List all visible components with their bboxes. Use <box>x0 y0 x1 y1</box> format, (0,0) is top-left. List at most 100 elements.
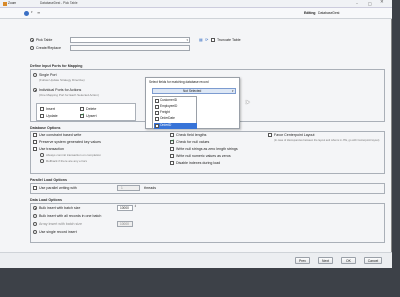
update-checkbox[interactable] <box>40 114 44 118</box>
single-port-label: Single Port <box>39 72 57 77</box>
rollback-label: Rollback if there are any errors <box>46 158 88 163</box>
array-insert-radio[interactable] <box>33 222 37 226</box>
field-item-label: OrderDate <box>160 116 175 121</box>
check-null-label: Check for null values <box>176 139 210 144</box>
single-port-radio[interactable] <box>33 73 37 77</box>
write-null-strings-label: Write null strings as zero length string… <box>176 146 238 151</box>
field-item-checkbox[interactable] <box>155 111 159 115</box>
write-null-strings-checkbox[interactable] <box>170 147 174 151</box>
field-item-checkbox[interactable] <box>155 123 159 128</box>
individual-ports-note: (One Mapping Port for Each Selected Acti… <box>39 92 99 97</box>
array-batch-value: 10000 <box>120 222 129 227</box>
pick-table-label: Pick Table <box>36 37 53 42</box>
parallel-checkbox[interactable] <box>33 186 37 190</box>
write-null-numbers-checkbox[interactable] <box>170 154 174 158</box>
prev-button[interactable]: Prev <box>295 257 310 264</box>
back-icon[interactable] <box>24 11 29 16</box>
cancel-button[interactable]: Cancel <box>364 257 382 264</box>
check-lengths-label: Check field lengths <box>176 132 207 137</box>
preserve-keys-label: Preserve system generated key values <box>39 139 101 144</box>
individual-ports-radio[interactable] <box>33 88 37 92</box>
truncate-table-checkbox[interactable] <box>211 38 215 42</box>
minimize-icon[interactable]: – <box>356 1 358 6</box>
field-item-checkbox[interactable] <box>155 99 159 103</box>
disable-indexes-checkbox[interactable] <box>170 161 174 165</box>
pick-table-select[interactable]: ▾ <box>70 37 190 43</box>
rollback-radio[interactable] <box>40 159 44 163</box>
field-item-label: CustomerID <box>160 98 178 103</box>
update-label: Update <box>46 113 58 118</box>
menu-icon[interactable]: ≡ <box>37 11 40 15</box>
create-replace-radio[interactable] <box>30 46 34 50</box>
pick-table-radio[interactable] <box>30 38 34 42</box>
insert-label: Insert <box>46 106 55 111</box>
refresh-icon[interactable]: ⟳ <box>205 37 208 42</box>
editing-value: DatabaseDest <box>318 11 340 15</box>
centerpoint-note: (In case of discrepancies between the la… <box>274 138 380 142</box>
parallel-box <box>30 183 385 194</box>
window-title: DatabaseDest - Pick Table <box>40 1 78 6</box>
centerpoint-checkbox[interactable] <box>268 133 272 137</box>
mouse-cursor-icon: ➤ <box>245 99 251 106</box>
constraint-checkbox[interactable] <box>33 133 37 137</box>
bulk-batch-value: 10000 <box>120 206 129 211</box>
check-lengths-checkbox[interactable] <box>170 133 174 137</box>
create-replace-label: Create/Replace <box>36 45 61 50</box>
toolbar: ▾ ≡ Editing DatabaseDest <box>0 8 392 19</box>
fields-popup: Select fields for matching database reco… <box>145 77 240 129</box>
fields-list: CustomerID EmployeeID Freight OrderDate … <box>152 96 197 129</box>
bulk-all-label: Bulk insert with all records in one batc… <box>39 213 102 218</box>
fields-popup-title: Select fields for matching database reco… <box>149 80 209 84</box>
pick-table-dialog: Zoom DatabaseDest - Pick Table – □ ✕ ▾ ≡… <box>0 0 392 268</box>
fields-dropdown-value: Not Selected <box>183 89 202 94</box>
parallel-threads-value: 1 <box>121 186 123 191</box>
single-record-radio[interactable] <box>33 230 37 234</box>
array-insert-label: Array insert with batch size <box>39 221 82 226</box>
always-commit-label: Always commit transaction on completion <box>46 152 102 157</box>
check-null-checkbox[interactable] <box>170 139 175 144</box>
app-icon <box>3 2 7 6</box>
delete-checkbox[interactable] <box>80 107 84 111</box>
bulk-batch-label: Bulk insert with batch size <box>39 205 81 210</box>
create-table-field[interactable] <box>70 45 190 51</box>
truncate-table-label: Truncate Table <box>217 37 241 42</box>
insert-checkbox[interactable] <box>40 107 44 111</box>
single-record-label: Use single record insert <box>39 229 77 234</box>
single-port-note: (Follow Update Strategy Directive) <box>39 77 85 82</box>
next-button[interactable]: Next <box>318 257 333 264</box>
constraint-label: Use constraint based write <box>39 132 82 137</box>
always-commit-radio[interactable] <box>40 153 44 157</box>
parallel-label: Use parallel writing with <box>39 185 77 190</box>
write-null-numbers-label: Write null numeric values as zeros <box>176 153 231 158</box>
bulk-all-radio[interactable] <box>33 214 37 218</box>
bulk-batch-input[interactable]: 10000 <box>117 205 133 211</box>
bulk-batch-radio[interactable] <box>33 206 37 210</box>
fields-dropdown[interactable]: Not Selected ▾ <box>152 88 236 94</box>
zoom-label: Zoom <box>8 1 17 6</box>
title-bar: Zoom DatabaseDest - Pick Table – □ ✕ <box>0 0 392 8</box>
close-icon[interactable]: ✕ <box>380 1 384 6</box>
field-item-checkbox[interactable] <box>155 105 159 109</box>
chevron-down-icon: ▾ <box>231 89 234 93</box>
disable-indexes-label: Disable indexes during load <box>176 160 221 165</box>
field-item-checkbox[interactable] <box>155 117 159 121</box>
preserve-keys-checkbox[interactable] <box>33 140 37 144</box>
table-icon[interactable]: ▦ <box>199 37 203 42</box>
stepper-icon[interactable]: ⇕ <box>134 205 137 208</box>
chevron-down-icon[interactable]: ▾ <box>31 11 33 14</box>
ok-button[interactable]: OK <box>341 257 356 264</box>
data-load-box <box>30 203 385 243</box>
field-item-label: Freight <box>160 110 170 115</box>
use-transaction-checkbox[interactable] <box>33 147 37 151</box>
centerpoint-label: Favor Centerpoint Layout <box>274 132 315 137</box>
upsert-checkbox[interactable] <box>80 113 85 118</box>
array-batch-input[interactable]: 10000 <box>117 221 133 227</box>
maximize-icon[interactable]: □ <box>368 1 372 6</box>
parallel-threads-input[interactable]: 1 <box>117 185 140 191</box>
actions-box <box>36 103 136 121</box>
footer-bar: Prev Next OK Cancel <box>0 252 392 268</box>
field-item-selected[interactable]: OrderID <box>153 122 197 129</box>
field-item-label: EmployeeID <box>160 104 178 109</box>
upsert-label: Upsert <box>86 113 97 118</box>
delete-label: Delete <box>86 106 97 111</box>
